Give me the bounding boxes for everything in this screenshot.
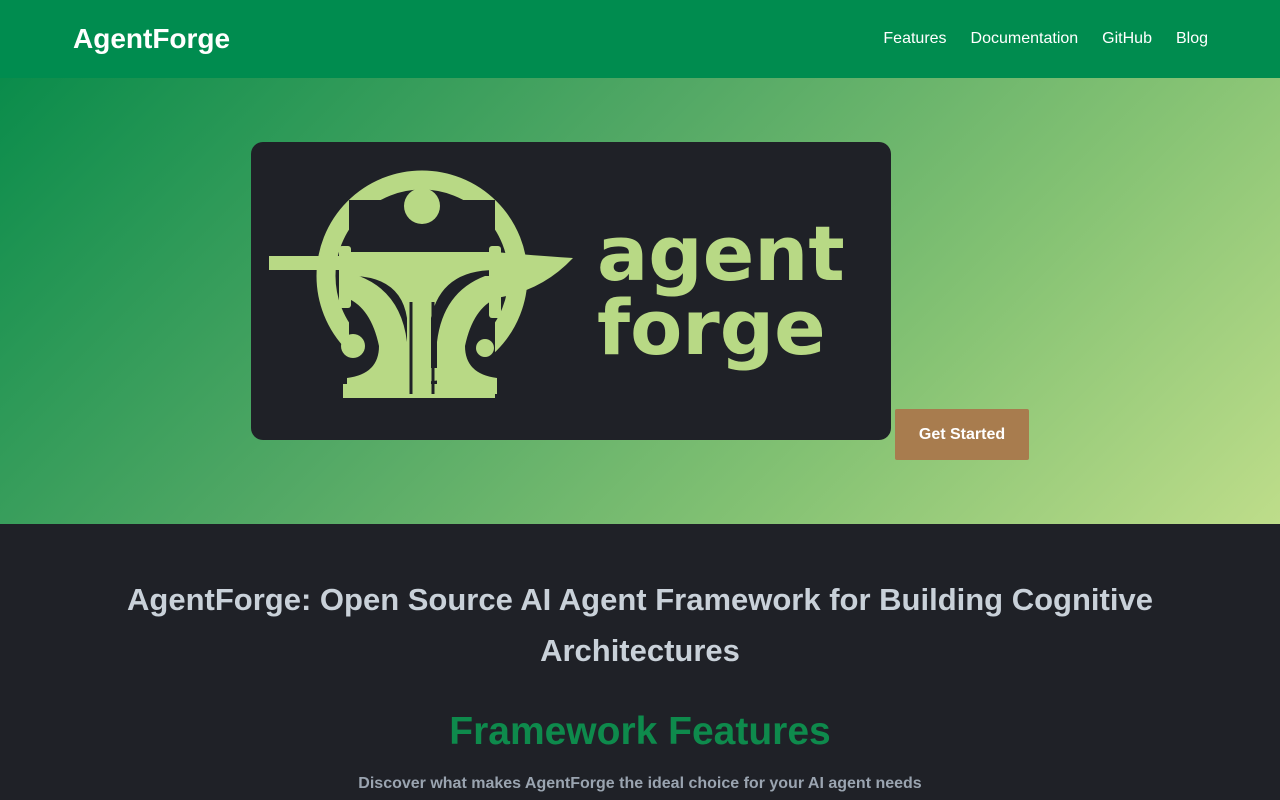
- brand-link[interactable]: AgentForge: [73, 23, 230, 55]
- get-started-button[interactable]: Get Started: [895, 409, 1029, 460]
- features-section-subtitle: Discover what makes AgentForge the ideal…: [358, 775, 922, 792]
- svg-text:forge: forge: [597, 283, 826, 372]
- agentforge-logo: agent forge: [251, 142, 891, 440]
- hero-section: agent forge Get Started: [0, 78, 1280, 524]
- navbar: AgentForge Features Documentation GitHub…: [0, 0, 1280, 78]
- nav-link-github[interactable]: GitHub: [1102, 30, 1152, 48]
- features-section-title: Framework Features: [449, 710, 831, 753]
- anvil-logo-icon: agent forge: [269, 170, 845, 398]
- nav-link-blog[interactable]: Blog: [1176, 30, 1208, 48]
- nav-link-features[interactable]: Features: [883, 30, 946, 48]
- nav-link-documentation[interactable]: Documentation: [971, 30, 1079, 48]
- main-content: AgentForge: Open Source AI Agent Framewo…: [0, 524, 1280, 800]
- page-headline: AgentForge: Open Source AI Agent Framewo…: [127, 582, 1153, 668]
- nav-links: Features Documentation GitHub Blog: [883, 30, 1208, 48]
